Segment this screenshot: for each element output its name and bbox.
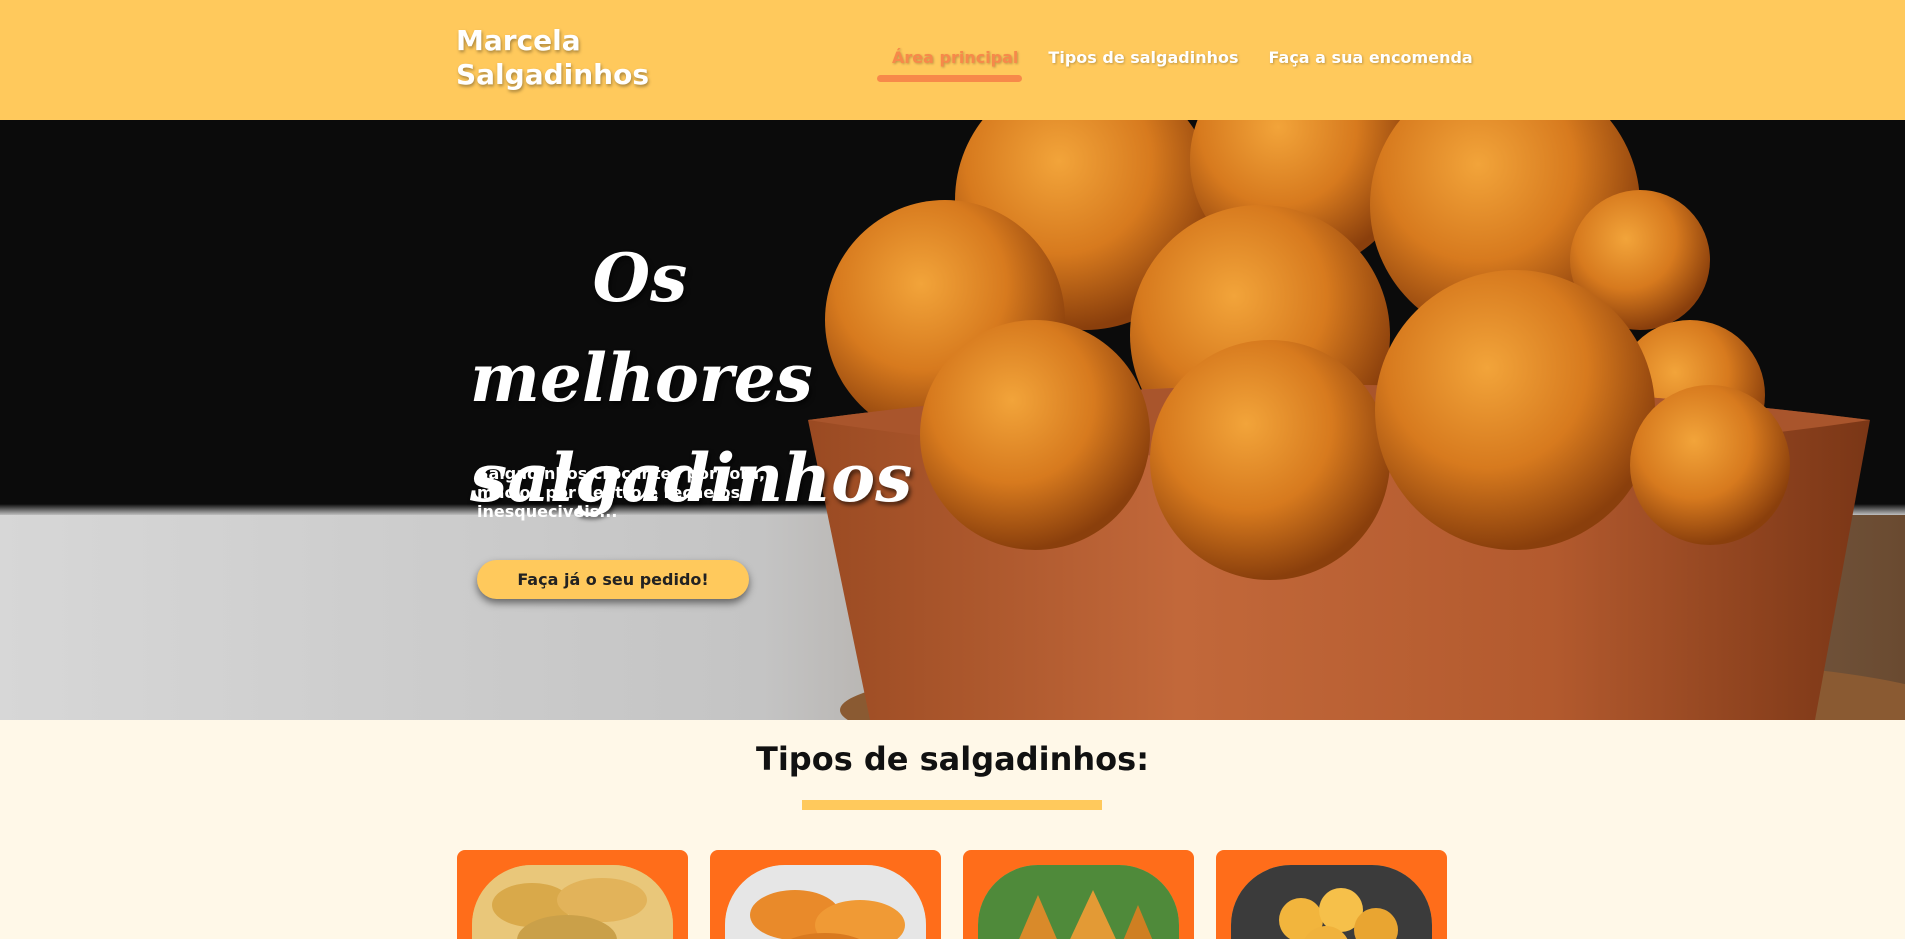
site-logo[interactable]: Marcela Salgadinhos [456,24,649,92]
site-header: Marcela Salgadinhos Área principal Tipos… [0,0,1905,120]
order-now-button[interactable]: Faça já o seu pedido! [477,560,749,599]
hero-food-image [808,120,1905,720]
logo-line-2: Salgadinhos [456,58,650,91]
active-nav-underline [877,75,1022,82]
type-card-pastel[interactable] [457,850,688,939]
types-section: Tipos de salgadinhos: [0,720,1905,939]
type-card-coxinha[interactable] [963,850,1194,939]
types-title-underline [802,800,1102,810]
bolinha-photo-icon [1231,865,1432,939]
type-card-risoles[interactable] [710,850,941,939]
nav-item-encomenda[interactable]: Faça a sua encomenda [1269,48,1473,67]
coxinha-photo-icon [978,865,1179,939]
type-card-bolinha[interactable] [1216,850,1447,939]
pastel-photo-icon [472,865,673,939]
hero-subtitle: Salgadinhos crocantes por fora, macios p… [477,464,766,521]
nav-item-area-principal[interactable]: Área principal [892,48,1018,67]
nav-item-tipos[interactable]: Tipos de salgadinhos [1048,48,1238,67]
hero-title-line-1: Os melhores [470,239,813,417]
logo-line-1: Marcela [456,24,581,57]
hero-banner: Os melhores salgadinhos Salgadinhos croc… [0,120,1905,720]
risoles-photo-icon [725,865,926,939]
types-title: Tipos de salgadinhos: [756,740,1149,778]
main-nav: Área principal Tipos de salgadinhos Faça… [892,48,1473,67]
